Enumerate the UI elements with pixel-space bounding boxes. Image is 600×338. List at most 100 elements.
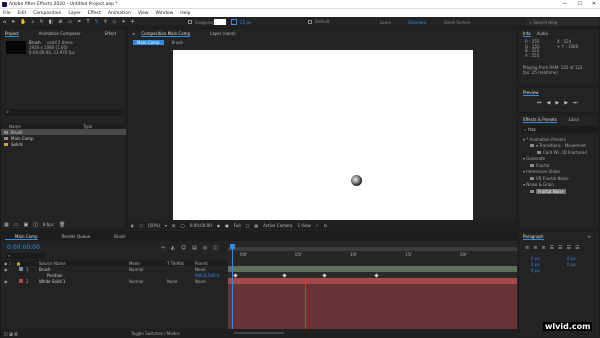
- project-item[interactable]: Solids: [1, 141, 126, 147]
- workspace-learn[interactable]: Learn: [380, 20, 391, 25]
- tab-paragraph[interactable]: Paragraph: [523, 234, 544, 240]
- toggle-switches-modes[interactable]: Toggle Switches / Modes: [131, 331, 180, 336]
- column-name[interactable]: Name: [1, 124, 83, 129]
- keyframe[interactable]: [322, 272, 327, 278]
- menu-file[interactable]: File: [3, 11, 11, 16]
- justify-left-icon[interactable]: ☰: [550, 245, 554, 251]
- region-icon[interactable]: ▢: [246, 223, 250, 228]
- tab-brush-comp[interactable]: Brush: [114, 234, 126, 239]
- align-right-icon[interactable]: ≡: [541, 245, 545, 251]
- comp-mini-flowchart-icon[interactable]: ⤳: [161, 245, 165, 251]
- space-before-value[interactable]: 0 px: [531, 262, 540, 267]
- time-ruler[interactable]: 00f 05f 10f 15f 20f: [228, 252, 517, 260]
- workspace-switcher[interactable]: Default: [308, 19, 355, 24]
- project-settings-icon[interactable]: ◫: [33, 222, 38, 228]
- viewer-timecode[interactable]: 0:00:00:00: [190, 223, 212, 228]
- column-trkmat[interactable]: T TrkMat: [167, 261, 195, 266]
- space-after-value[interactable]: 0 px: [567, 262, 576, 267]
- tab-render-queue[interactable]: Render Queue: [62, 234, 91, 239]
- menu-edit[interactable]: Edit: [18, 11, 27, 16]
- next-frame-icon[interactable]: ▶: [564, 100, 568, 106]
- trash-icon[interactable]: 🗑: [59, 222, 65, 228]
- composition-canvas[interactable]: [173, 50, 473, 220]
- timeline-footer-icons[interactable]: ◫ ◪ ▥: [4, 331, 18, 336]
- mask-icon[interactable]: ◯: [180, 223, 184, 228]
- tab-effects-presets[interactable]: Effects & Presets: [523, 117, 557, 123]
- transparency-icon[interactable]: ▦: [254, 223, 258, 228]
- color-depth-label[interactable]: 8 bpc: [43, 222, 54, 228]
- views-select[interactable]: 1 View: [297, 223, 310, 228]
- brush-stroke-ball[interactable]: [351, 175, 362, 186]
- home-icon[interactable]: ⌂: [3, 19, 6, 25]
- effects-tree-item[interactable]: Fractal Noise: [519, 188, 600, 195]
- current-time-indicator[interactable]: [232, 245, 233, 329]
- clone-tool-icon[interactable]: ⚲: [104, 19, 108, 25]
- justify-right-icon[interactable]: ☰: [567, 245, 571, 251]
- puppet-tool-icon[interactable]: ✢: [131, 19, 135, 25]
- stroke-width-value[interactable]: 25 px: [240, 20, 251, 25]
- stroke-swatch[interactable]: [231, 19, 237, 25]
- minimize-icon[interactable]: —: [562, 1, 567, 7]
- menu-animation[interactable]: Animation: [108, 11, 131, 16]
- workspace-default[interactable]: Default: [315, 19, 355, 24]
- new-folder-icon[interactable]: ▭: [14, 222, 19, 228]
- tab-audio[interactable]: Audio: [537, 31, 548, 36]
- rotate-tool-icon[interactable]: ↻: [39, 19, 43, 25]
- hand-tool-icon[interactable]: ✋: [20, 19, 26, 25]
- lock-icon[interactable]: ≡: [132, 31, 135, 36]
- column-type[interactable]: Type: [83, 124, 92, 129]
- show-channel-icon[interactable]: ●: [225, 223, 229, 228]
- play-icon[interactable]: ▶: [555, 100, 559, 106]
- menu-composition[interactable]: Composition: [33, 11, 61, 16]
- zoom-value[interactable]: (50%): [148, 223, 160, 228]
- project-search-input[interactable]: ⌕: [4, 109, 122, 116]
- rectangle-tool-icon[interactable]: ▭: [68, 19, 73, 25]
- justify-all-icon[interactable]: ☰: [575, 245, 579, 251]
- column-mode[interactable]: Mode: [129, 261, 167, 266]
- label-color-swatch[interactable]: [19, 267, 23, 271]
- interpret-footage-icon[interactable]: ▦: [4, 222, 9, 228]
- indent-right-value[interactable]: 0 px: [567, 256, 576, 261]
- pan-behind-tool-icon[interactable]: ⊕: [58, 19, 62, 25]
- previous-frame-icon[interactable]: ◀: [547, 100, 551, 106]
- brush-tool-icon[interactable]: ✎: [95, 19, 99, 25]
- timeline-track-area[interactable]: 00f 05f 10f 15f 20f: [228, 241, 517, 329]
- fill-swatch[interactable]: [214, 19, 226, 25]
- layer-trkmat[interactable]: None: [167, 279, 195, 284]
- tab-libraries[interactable]: Libra: [569, 117, 579, 122]
- fit-icon[interactable]: ▾: [165, 223, 167, 228]
- label-color-swatch[interactable]: [19, 279, 23, 283]
- keyframe[interactable]: [233, 272, 238, 278]
- graph-editor-icon[interactable]: ◫: [213, 245, 218, 251]
- tab-composition-main-comp[interactable]: Composition Main Comp: [141, 31, 191, 37]
- layer-parent[interactable]: None: [195, 279, 205, 284]
- search-help-field[interactable]: ⌕ Search Help: [526, 18, 598, 26]
- subtab-brush[interactable]: Brush: [172, 40, 184, 45]
- visibility-icon[interactable]: ◉: [1, 267, 19, 272]
- timeline-search-input[interactable]: ⌕: [6, 253, 46, 259]
- resolution-select[interactable]: Full: [234, 223, 241, 228]
- label-color-swatch[interactable]: [19, 273, 23, 277]
- tools-group[interactable]: ⌂ ➤ ✋ ⌕ ↻ ◧ ⊕ ▭ ✒ T ✎ ⚲ ◇ ✦ ✢: [3, 19, 135, 25]
- keyframe[interactable]: [374, 272, 379, 278]
- last-frame-icon[interactable]: ⏭: [573, 100, 578, 106]
- layer-parent[interactable]: None: [195, 267, 205, 272]
- justify-center-icon[interactable]: ☰: [558, 245, 562, 251]
- new-composition-icon[interactable]: ▣: [23, 222, 28, 228]
- first-line-indent-value[interactable]: 0 px: [531, 268, 540, 273]
- menu-help[interactable]: Help: [180, 11, 190, 16]
- tab-layer-none[interactable]: Layer (none): [210, 31, 236, 36]
- frame-blending-icon[interactable]: ▤: [192, 245, 197, 251]
- camera-tool-icon[interactable]: ◧: [49, 19, 54, 25]
- workspace-small-screen[interactable]: Small Screen: [444, 20, 470, 25]
- timeline-timecode[interactable]: 0:00:00:00: [7, 244, 40, 251]
- window-controls[interactable]: — ☐ ✕: [562, 1, 596, 7]
- zoom-slider[interactable]: [234, 332, 284, 334]
- effects-search-input[interactable]: ⌕ frac: [522, 126, 598, 133]
- flowchart-icon[interactable]: ⊟: [324, 223, 327, 228]
- work-area-bar[interactable]: [228, 247, 517, 251]
- eraser-tool-icon[interactable]: ◇: [112, 19, 116, 25]
- menu-layer[interactable]: Layer: [68, 11, 81, 16]
- motion-blur-icon[interactable]: ◎: [203, 245, 207, 251]
- tab-info[interactable]: Info: [523, 31, 531, 37]
